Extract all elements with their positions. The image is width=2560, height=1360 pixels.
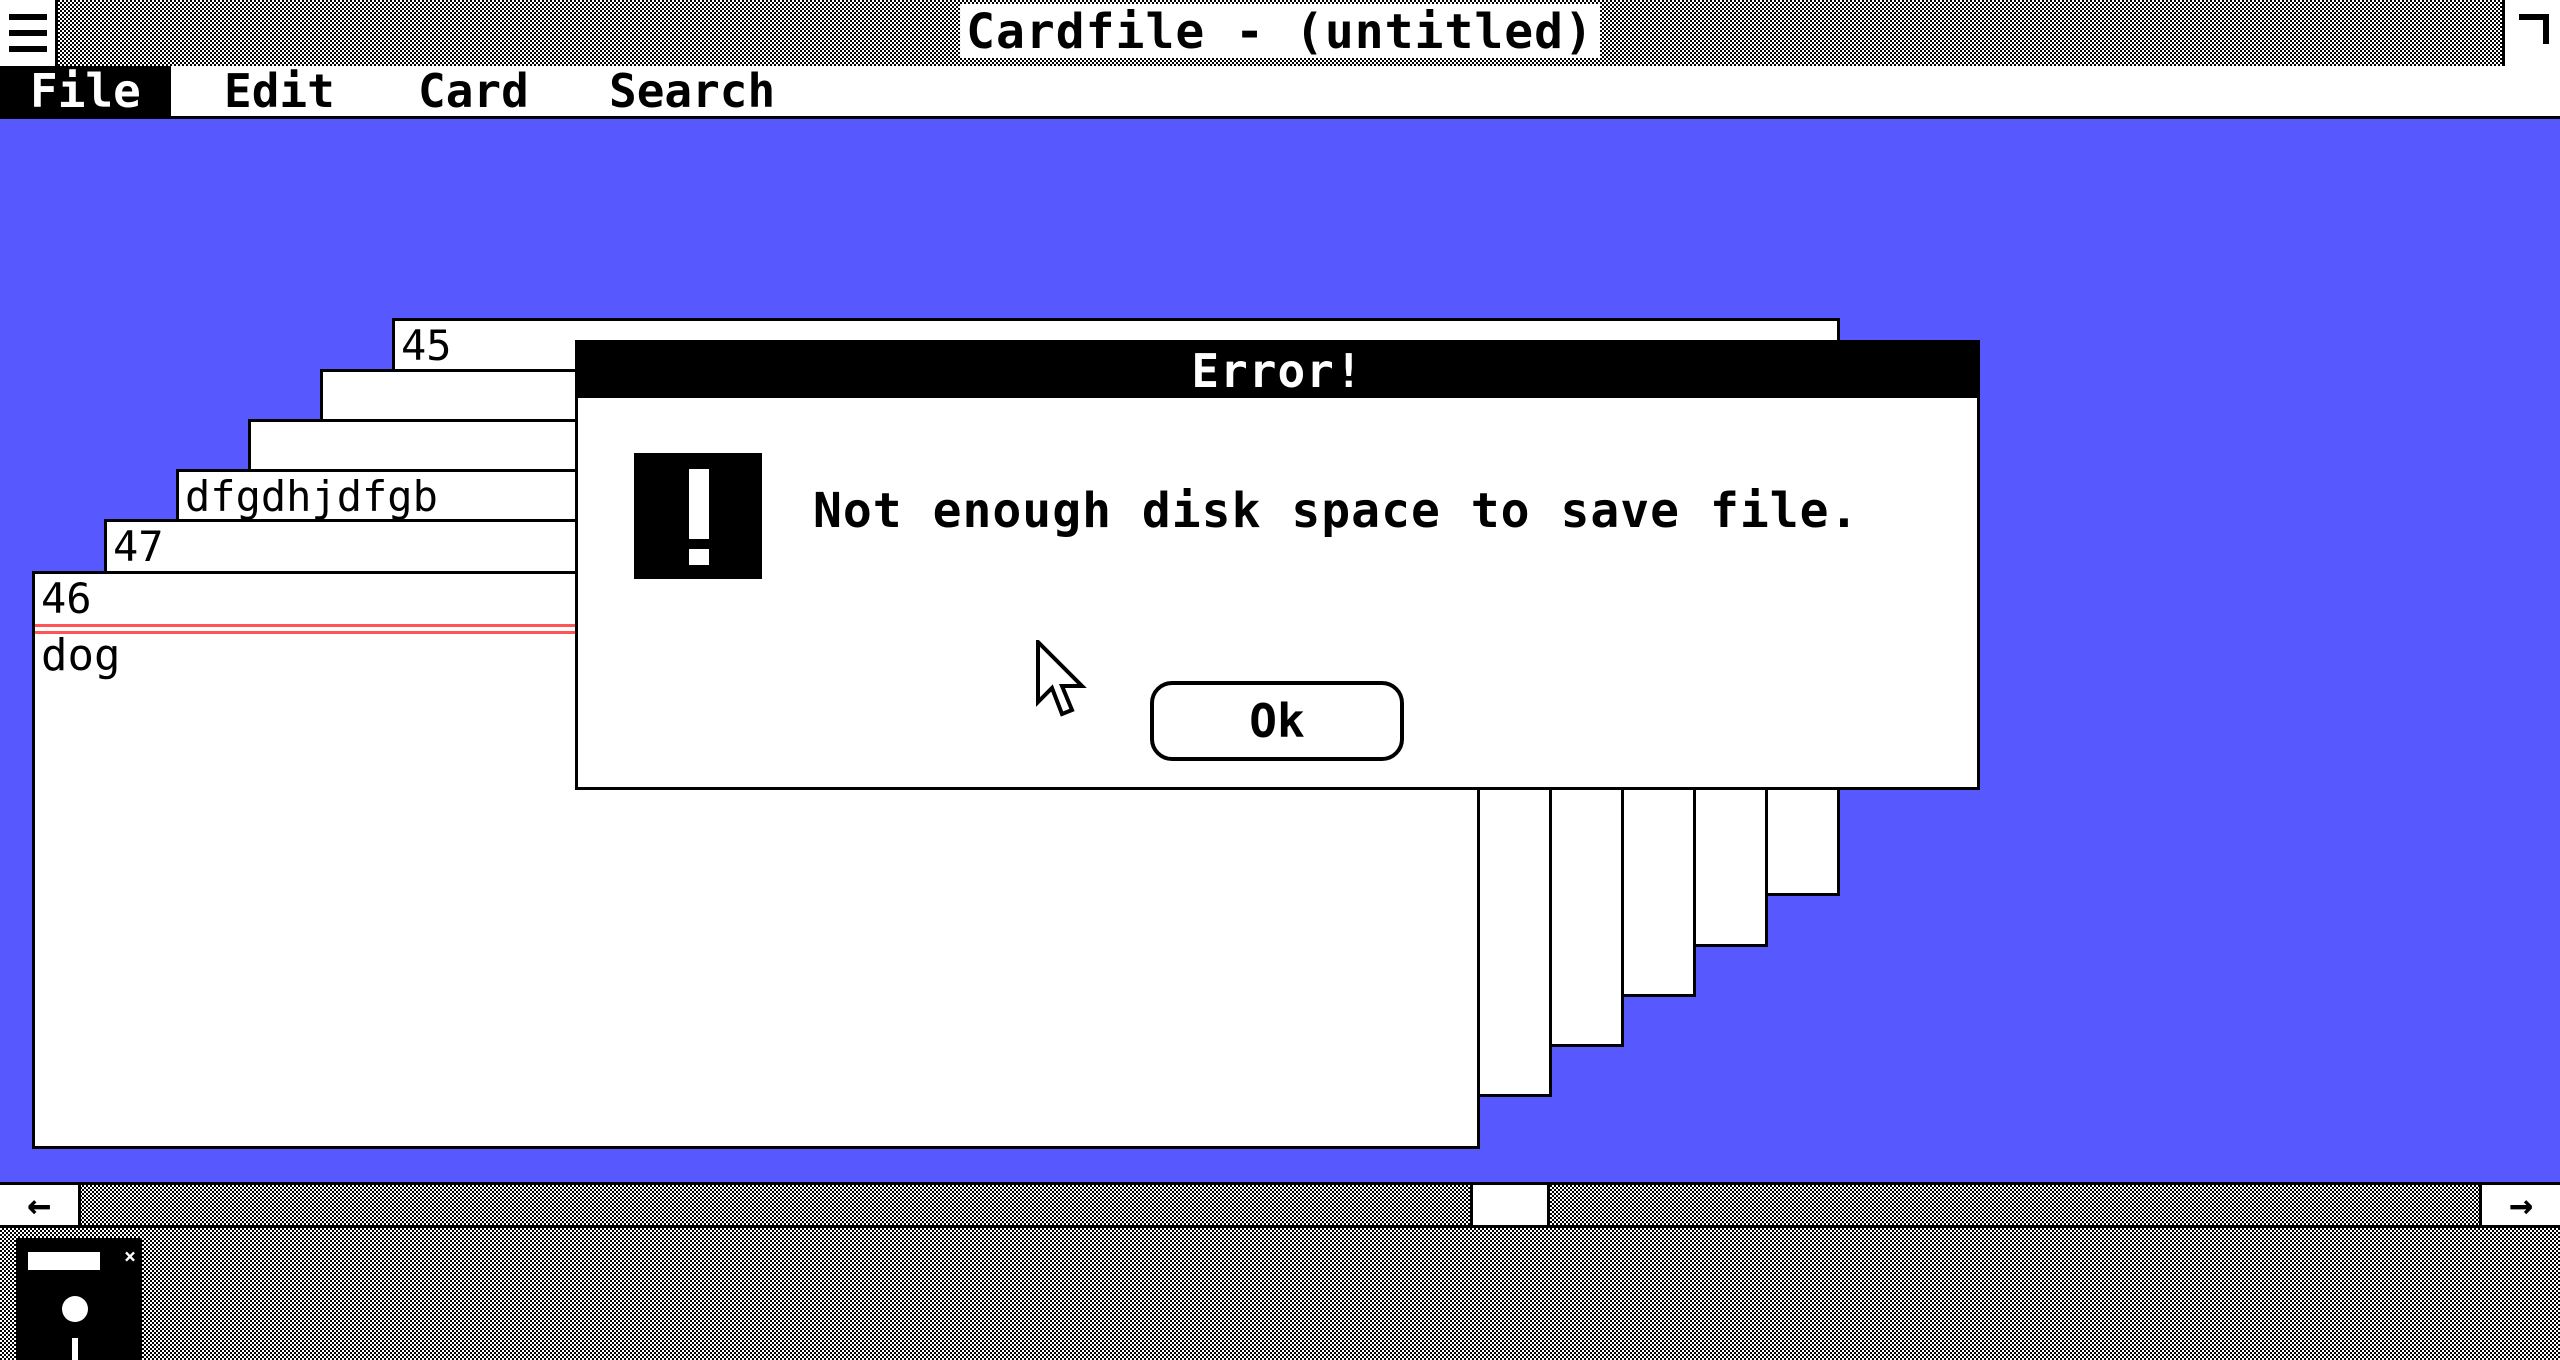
menu-bar: File Edit Card Search — [0, 66, 2560, 119]
horizontal-scrollbar[interactable]: ← → — [0, 1182, 2560, 1228]
left-arrow-icon: ← — [26, 1182, 52, 1228]
menu-card[interactable]: Card — [388, 66, 559, 116]
ok-button[interactable]: Ok — [1150, 681, 1404, 761]
floppy-disk-icon[interactable]: × — [16, 1238, 142, 1360]
maximize-button[interactable] — [2502, 0, 2560, 66]
menu-bar-line — [9, 46, 47, 52]
desktop: × — [0, 1228, 2560, 1360]
card-body-text[interactable]: dog — [41, 630, 120, 681]
menu-bar-line — [9, 14, 47, 20]
window-title: Cardfile - (untitled) — [960, 4, 1600, 60]
dialog-message: Not enough disk space to save file. — [813, 483, 1860, 539]
menu-edit[interactable]: Edit — [194, 66, 365, 116]
scrollbar-thumb[interactable] — [1470, 1185, 1550, 1225]
title-bar[interactable]: Cardfile - (untitled) — [0, 0, 2560, 69]
scroll-right-button[interactable]: → — [2479, 1185, 2560, 1225]
error-dialog: Error! Not enough disk space to save fil… — [575, 340, 1980, 790]
scroll-left-button[interactable]: ← — [0, 1185, 81, 1225]
menu-bar-line — [9, 30, 47, 36]
maximize-icon — [2519, 14, 2549, 44]
menu-search[interactable]: Search — [579, 66, 805, 116]
system-menu-button[interactable] — [0, 0, 58, 66]
menu-file[interactable]: File — [0, 66, 171, 116]
dialog-title: Error! — [578, 343, 1977, 398]
exclamation-icon — [634, 453, 762, 579]
right-arrow-icon: → — [2508, 1182, 2534, 1228]
mouse-cursor-icon — [1036, 640, 1087, 717]
